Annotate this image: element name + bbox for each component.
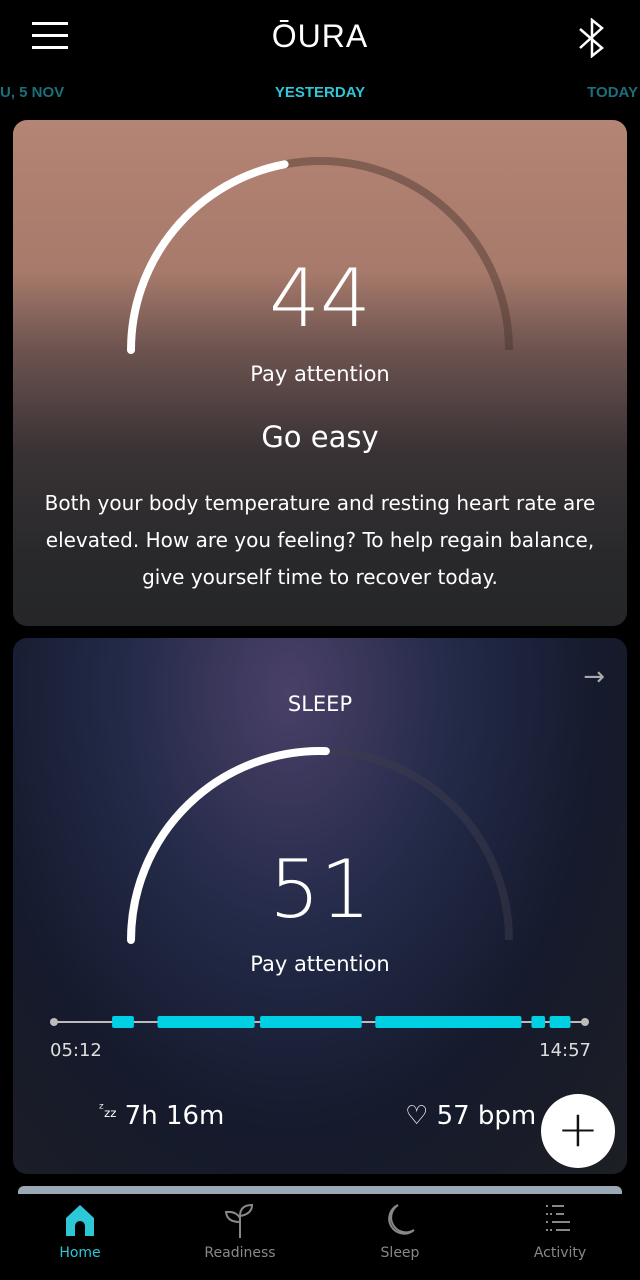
sleep-card[interactable]: SLEEP → 51 Pay attention 05:12 14:57 ᶻzz… bbox=[13, 638, 627, 1174]
duration-value: 7h 16m bbox=[124, 1101, 225, 1131]
sleep-end-time: 14:57 bbox=[539, 1040, 591, 1061]
heart-rate: ♡ 57 bpm bbox=[405, 1101, 536, 1131]
nav-sleep[interactable]: Sleep bbox=[320, 1194, 480, 1280]
moon-icon bbox=[388, 1204, 415, 1235]
nav-readiness[interactable]: Readiness bbox=[160, 1194, 320, 1280]
sleep-segment bbox=[375, 1016, 522, 1028]
readiness-description: Both your body temperature and resting h… bbox=[44, 491, 596, 589]
oura-logo: ŌURA bbox=[271, 18, 369, 54]
readiness-card[interactable]: 44 Pay attention Go easy Both your body … bbox=[13, 120, 627, 626]
sleep-duration: ᶻzz 7h 16m bbox=[99, 1101, 224, 1131]
sleep-start-time: 05:12 bbox=[50, 1040, 102, 1061]
readiness-score: 44 bbox=[269, 252, 371, 345]
timeline-end-dot bbox=[581, 1018, 589, 1026]
sleep-segment bbox=[549, 1016, 571, 1028]
next-card-peek bbox=[18, 1186, 622, 1194]
sleep-segment bbox=[260, 1016, 362, 1028]
sleep-segment bbox=[157, 1016, 255, 1028]
bottom-nav: Home Readiness Sleep Activity bbox=[0, 1194, 640, 1280]
timeline-start-dot bbox=[50, 1018, 58, 1026]
sprout-icon bbox=[224, 1203, 254, 1238]
zzz-icon: ᶻzz bbox=[99, 1101, 117, 1120]
add-button[interactable]: + bbox=[541, 1094, 615, 1168]
home-icon bbox=[66, 1205, 94, 1236]
heart-icon: ♡ bbox=[405, 1101, 429, 1131]
sleep-segment bbox=[531, 1016, 546, 1028]
date-selector: U, 5 NOV YESTERDAY TODAY bbox=[0, 84, 640, 108]
top-bar: ŌURA bbox=[0, 0, 640, 80]
sleep-segment bbox=[112, 1016, 134, 1028]
readiness-headline: Go easy bbox=[261, 420, 379, 454]
nav-home[interactable]: Home bbox=[0, 1194, 160, 1280]
date-current[interactable]: YESTERDAY bbox=[0, 84, 640, 101]
activity-list-icon bbox=[546, 1205, 570, 1231]
date-next[interactable]: TODAY bbox=[587, 84, 638, 101]
heart-rate-value: 57 bpm bbox=[436, 1101, 537, 1131]
sleep-timeline bbox=[50, 1016, 589, 1028]
bluetooth-icon[interactable] bbox=[574, 18, 610, 58]
nav-activity[interactable]: Activity bbox=[480, 1194, 640, 1280]
readiness-status: Pay attention bbox=[250, 362, 390, 386]
